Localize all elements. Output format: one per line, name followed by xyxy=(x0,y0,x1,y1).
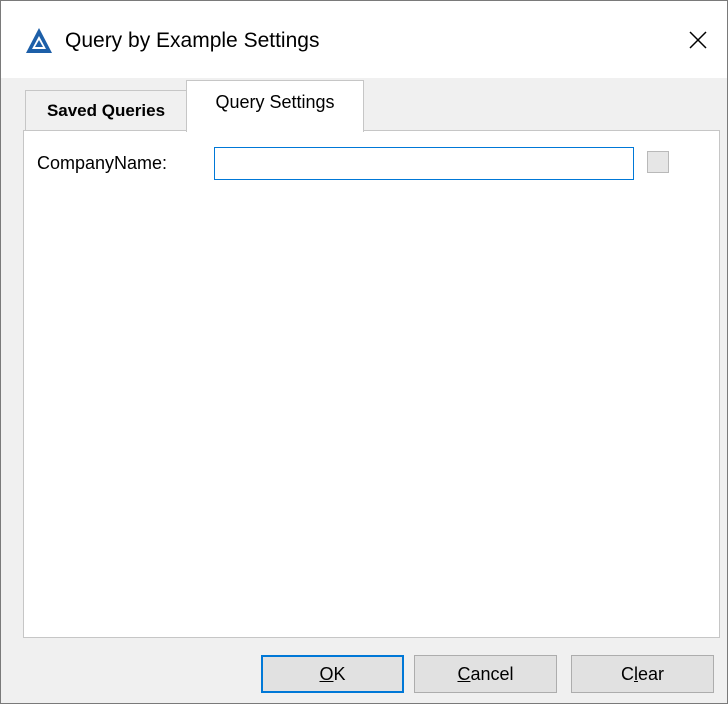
tab-saved-queries[interactable]: Saved Queries xyxy=(25,90,187,130)
ok-button[interactable]: OK xyxy=(261,655,404,693)
tab-query-settings[interactable]: Query Settings xyxy=(186,80,364,132)
close-button[interactable] xyxy=(669,11,727,69)
ok-label-rest: K xyxy=(333,663,346,684)
close-icon xyxy=(689,31,707,49)
title-bar: Query by Example Settings xyxy=(1,1,727,78)
company-name-checkbox[interactable] xyxy=(647,151,669,173)
app-logo-icon xyxy=(26,28,52,53)
cancel-mnemonic: C xyxy=(457,663,471,684)
clear-label-rest: ear xyxy=(637,663,664,684)
tab-panel-query-settings xyxy=(23,130,720,638)
clear-button[interactable]: Cl ear xyxy=(571,655,714,693)
cancel-label-rest: ancel xyxy=(470,663,514,684)
clear-label-first: C xyxy=(620,663,634,684)
cancel-button[interactable]: Cancel xyxy=(414,655,557,693)
company-name-input[interactable] xyxy=(214,147,634,180)
dialog-title: Query by Example Settings xyxy=(65,29,320,52)
ok-mnemonic: O xyxy=(319,663,334,684)
company-name-label: CompanyName: xyxy=(37,153,168,173)
